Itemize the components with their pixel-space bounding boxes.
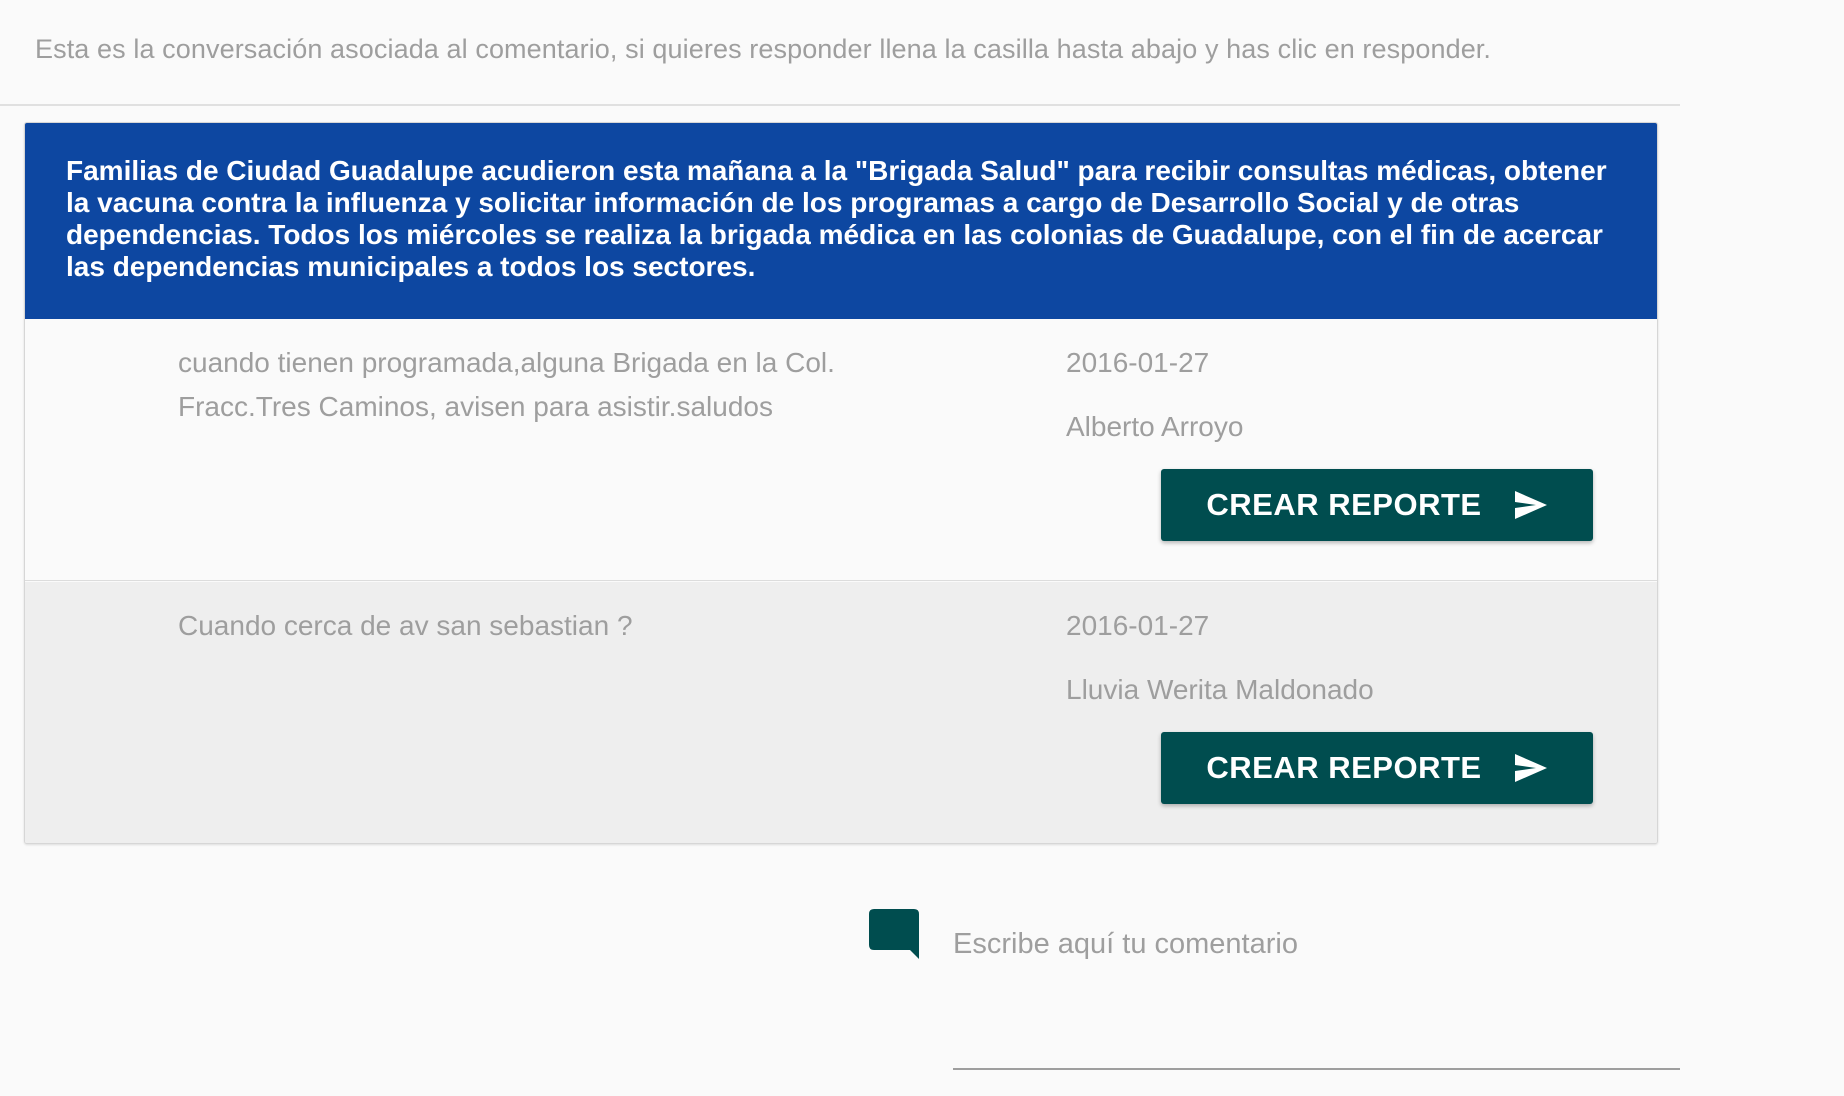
create-report-label: CREAR REPORTE bbox=[1206, 750, 1482, 785]
comment-text: cuando tienen programada,alguna Brigada … bbox=[178, 347, 835, 422]
reply-field[interactable] bbox=[953, 918, 1680, 1070]
send-icon bbox=[1514, 754, 1547, 782]
divider bbox=[0, 104, 1680, 106]
create-report-button[interactable]: CREAR REPORTE bbox=[1161, 732, 1593, 804]
comment-item: cuando tienen programada,alguna Brigada … bbox=[25, 319, 1657, 581]
create-report-label: CREAR REPORTE bbox=[1206, 487, 1482, 522]
comment-date: 2016-01-27 bbox=[1066, 347, 1210, 378]
post-text: Familias de Ciudad Guadalupe acudieron e… bbox=[66, 155, 1607, 282]
create-report-button[interactable]: CREAR REPORTE bbox=[1161, 469, 1593, 541]
comment-text: Cuando cerca de av san sebastian ? bbox=[178, 610, 633, 641]
conversation-card: Familias de Ciudad Guadalupe acudieron e… bbox=[24, 122, 1658, 844]
comment-input[interactable] bbox=[953, 918, 1680, 1068]
intro-text: Esta es la conversación asociada al come… bbox=[35, 34, 1492, 64]
post-header: Familias de Ciudad Guadalupe acudieron e… bbox=[25, 123, 1657, 319]
comment-date: 2016-01-27 bbox=[1066, 610, 1210, 641]
comment-author: Alberto Arroyo bbox=[1066, 411, 1244, 442]
comment-author: Lluvia Werita Maldonado bbox=[1066, 674, 1374, 705]
send-icon bbox=[1514, 491, 1547, 519]
comment-item: Cuando cerca de av san sebastian ? 2016-… bbox=[25, 582, 1657, 843]
comment-icon bbox=[869, 909, 919, 959]
